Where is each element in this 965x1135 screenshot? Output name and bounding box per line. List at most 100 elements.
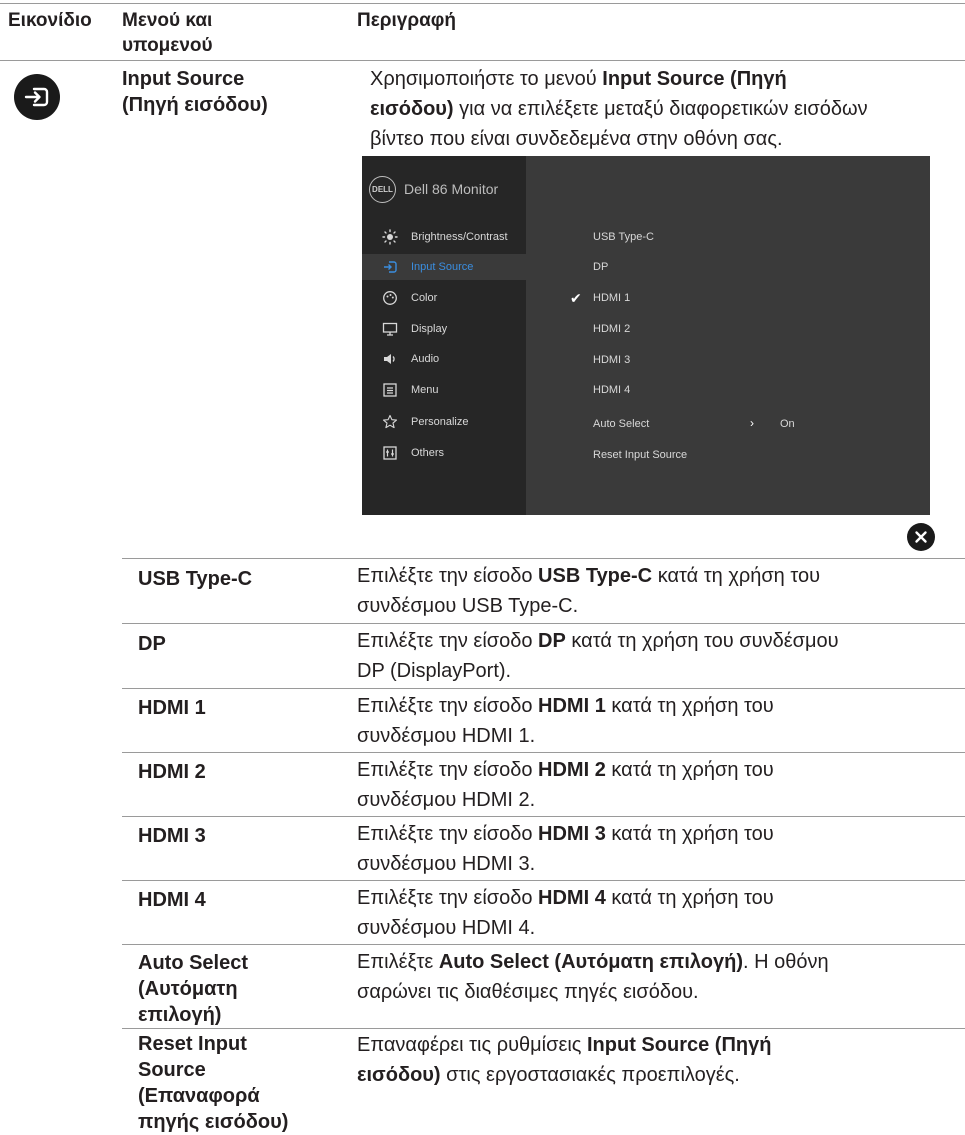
row-name-text: HDMI 4 xyxy=(138,889,206,911)
desc-text: κατά τη χρήση του συνδέσμου xyxy=(565,630,839,652)
desc-bold: Auto Select (Αυτόματη επιλογή) xyxy=(438,951,743,973)
row-desc-line-1: Επαναφέρει τις ρυθμίσεις Input Source (Π… xyxy=(357,1030,957,1060)
desc-text: κατά τη χρήση του xyxy=(605,823,774,845)
osd-option-hdmi-1[interactable]: HDMI 1 xyxy=(593,292,630,304)
row-desc-line-1: Επιλέξτε Auto Select (Αυτόματη επιλογή).… xyxy=(357,947,957,977)
row-desc-dp: Επιλέξτε την είσοδο DP κατά τη χρήση του… xyxy=(357,626,957,686)
header-menu-col: Μενού και υπομενού xyxy=(122,8,213,58)
desc-bold: Input Source (Πηγή xyxy=(587,1034,772,1056)
desc-bold: HDMI 1 xyxy=(538,695,606,717)
row-desc-auto-select: Επιλέξτε Auto Select (Αυτόματη επιλογή).… xyxy=(357,947,957,1007)
osd-menu-label: Display xyxy=(411,323,448,335)
osd-menu-label: Color xyxy=(411,292,438,304)
osd-menu-label: Personalize xyxy=(411,416,469,428)
osd-option-auto-select[interactable]: Auto Select xyxy=(593,418,649,430)
row-rule xyxy=(122,1028,965,1029)
row-desc-line-1: Επιλέξτε την είσοδο USB Type-C κατά τη χ… xyxy=(357,561,957,591)
desc-text: στις εργοστασιακές προεπιλογές. xyxy=(440,1064,740,1086)
row-desc-line-2: συνδέσμου HDMI 1. xyxy=(357,725,536,747)
desc-bold: HDMI 4 xyxy=(538,887,606,909)
row-desc-hdmi-1: Επιλέξτε την είσοδο HDMI 1 κατά τη χρήση… xyxy=(357,691,957,751)
osd-menu-color[interactable]: Color xyxy=(362,285,526,311)
osd-menu-audio[interactable]: Audio xyxy=(362,346,526,372)
main-description: Χρησιμοποιήστε το μενού Input Source (Πη… xyxy=(370,64,960,154)
osd-option-usb-type-c[interactable]: USB Type-C xyxy=(593,231,654,243)
row-desc-line-1: Επιλέξτε την είσοδο HDMI 1 κατά τη χρήση… xyxy=(357,691,957,721)
row-name-text: USB Type-C xyxy=(138,568,253,590)
osd-option-hdmi-3[interactable]: HDMI 3 xyxy=(593,354,630,366)
row-desc-hdmi-3: Επιλέξτε την είσοδο HDMI 3 κατά τη χρήση… xyxy=(357,819,957,879)
checkmark-icon: ✔ xyxy=(570,290,582,306)
desc-bold: HDMI 2 xyxy=(538,759,606,781)
row-name-text: DP xyxy=(138,633,166,655)
desc-text: κατά τη χρήση του xyxy=(605,887,774,909)
desc-text: Χρησιμοποιήστε το μενού xyxy=(370,68,603,90)
osd-option-hdmi-2[interactable]: HDMI 2 xyxy=(593,323,630,335)
dell-logo-text: DELL xyxy=(372,184,393,194)
desc-text: Επιλέξτε xyxy=(357,951,439,973)
osd-menu-personalize[interactable]: Personalize xyxy=(362,409,526,435)
osd-option-reset-input-source[interactable]: Reset Input Source xyxy=(593,449,687,461)
row-rule xyxy=(122,688,965,689)
desc-bold: USB Type-C xyxy=(538,565,653,587)
header-rule xyxy=(0,60,965,61)
row-name-reset-input-source: Reset Input Source (Επαναφορά πηγής εισό… xyxy=(138,1031,288,1135)
display-monitor-icon xyxy=(381,320,399,338)
row-desc-line-1: Επιλέξτε την είσοδο HDMI 3 κατά τη χρήση… xyxy=(357,819,957,849)
row-desc-line-2: DP (DisplayPort). xyxy=(357,660,512,682)
row-desc-line-2: σαρώνει τις διαθέσιμες πηγές εισόδου. xyxy=(357,981,699,1003)
row-name-line: (Επαναφορά xyxy=(138,1085,260,1107)
desc-text: κατά τη χρήση του xyxy=(652,565,821,587)
header-menu-label-1: Μενού και xyxy=(122,10,213,31)
header-desc-label: Περιγραφή xyxy=(357,10,456,31)
menu-name-line-1: Input Source xyxy=(122,68,245,90)
osd-menu-label: Input Source xyxy=(411,261,474,273)
osd-option-hdmi-4[interactable]: HDMI 4 xyxy=(593,384,630,396)
row-desc-hdmi-2: Επιλέξτε την είσοδο HDMI 2 κατά τη χρήση… xyxy=(357,755,957,815)
desc-bold: HDMI 3 xyxy=(538,823,606,845)
row-name-auto-select: Auto Select (Αυτόματη επιλογή) xyxy=(138,950,248,1028)
desc-text: Επιλέξτε την είσοδο xyxy=(357,823,539,845)
main-desc-line-2: εισόδου) για να επιλέξετε μεταξύ διαφορε… xyxy=(370,94,960,124)
row-desc-line-2: συνδέσμου HDMI 2. xyxy=(357,789,536,811)
header-icon-label: Εικονίδιο xyxy=(8,10,92,31)
row-name-hdmi-2: HDMI 2 xyxy=(138,759,206,785)
row-desc-line-2: συνδέσμου HDMI 3. xyxy=(357,853,536,875)
osd-menu-label: Others xyxy=(411,447,445,459)
osd-menu-screenshot: DELL Dell 86 Monitor Brightness/Contrast… xyxy=(362,156,930,515)
row-name-dp: DP xyxy=(138,631,166,657)
main-desc-line-1: Χρησιμοποιήστε το μενού Input Source (Πη… xyxy=(370,64,960,94)
input-source-icon xyxy=(14,74,60,120)
menu-icon xyxy=(381,381,399,399)
row-desc-reset-input-source: Επαναφέρει τις ρυθμίσεις Input Source (Π… xyxy=(357,1030,957,1090)
osd-option-dp[interactable]: DP xyxy=(593,261,608,273)
row-name-line: (Αυτόματη xyxy=(138,978,238,1000)
osd-menu-input-source[interactable]: Input Source xyxy=(362,254,526,280)
osd-menu-menu[interactable]: Menu xyxy=(362,377,526,403)
row-name-line: Source xyxy=(138,1059,206,1081)
row-name-line: Reset Input xyxy=(138,1033,247,1055)
desc-bold: εισόδου) xyxy=(370,98,454,120)
header-menu-label-2: υπομενού xyxy=(122,35,213,56)
header-icon-col: Εικονίδιο xyxy=(8,8,92,33)
desc-text: κατά τη χρήση του xyxy=(605,759,774,781)
osd-menu-label: Brightness/Contrast xyxy=(411,231,508,243)
desc-text: Επιλέξτε την είσοδο xyxy=(357,565,539,587)
menu-name-line-2: (Πηγή εισόδου) xyxy=(122,94,268,116)
desc-bold: Input Source (Πηγή xyxy=(602,68,787,90)
close-icon[interactable] xyxy=(907,523,935,551)
desc-text: Επαναφέρει τις ρυθμίσεις xyxy=(357,1034,587,1056)
osd-menu-others[interactable]: Others xyxy=(362,440,526,466)
row-desc-line-2: εισόδου) στις εργοστασιακές προεπιλογές. xyxy=(357,1060,957,1090)
color-palette-icon xyxy=(381,289,399,307)
row-desc-line-1: Επιλέξτε την είσοδο DP κατά τη χρήση του… xyxy=(357,626,957,656)
desc-text: για να επιλέξετε μεταξύ διαφορετικών εισ… xyxy=(453,98,868,120)
others-icon xyxy=(381,444,399,462)
desc-text: . Η οθόνη xyxy=(742,951,829,973)
osd-menu-brightness[interactable]: Brightness/Contrast xyxy=(362,224,526,250)
desc-bold: DP xyxy=(538,630,566,652)
osd-title: Dell 86 Monitor xyxy=(404,181,499,197)
row-name-line: Auto Select xyxy=(138,952,249,974)
osd-menu-display[interactable]: Display xyxy=(362,316,526,342)
input-source-icon xyxy=(381,258,399,276)
